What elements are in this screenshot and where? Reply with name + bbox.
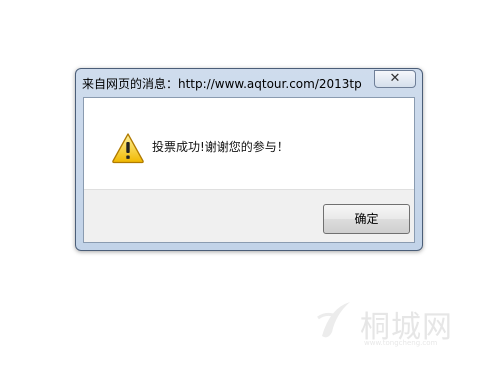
message-area: 投票成功!谢谢您的参与！ bbox=[84, 98, 414, 189]
ok-button[interactable]: 确定 bbox=[323, 204, 410, 234]
site-watermark: 桐城网 www.tongcheng.com bbox=[312, 294, 482, 350]
warning-icon bbox=[112, 133, 144, 164]
dialog-title: 来自网页的消息：http://www.aqtour.com/2013tp... bbox=[82, 77, 362, 91]
message-text: 投票成功!谢谢您的参与！ bbox=[152, 140, 289, 154]
close-icon: ✕ bbox=[389, 71, 401, 86]
button-bar: 确定 bbox=[84, 189, 414, 242]
alert-dialog: 来自网页的消息：http://www.aqtour.com/2013tp... … bbox=[75, 68, 423, 251]
dialog-body: 投票成功!谢谢您的参与！ 确定 bbox=[83, 97, 415, 243]
close-button[interactable]: ✕ bbox=[374, 70, 416, 88]
watermark-subtext: www.tongcheng.com bbox=[364, 339, 438, 347]
dialog-titlebar[interactable]: 来自网页的消息：http://www.aqtour.com/2013tp... … bbox=[76, 69, 422, 97]
watermark-logo bbox=[317, 302, 350, 338]
